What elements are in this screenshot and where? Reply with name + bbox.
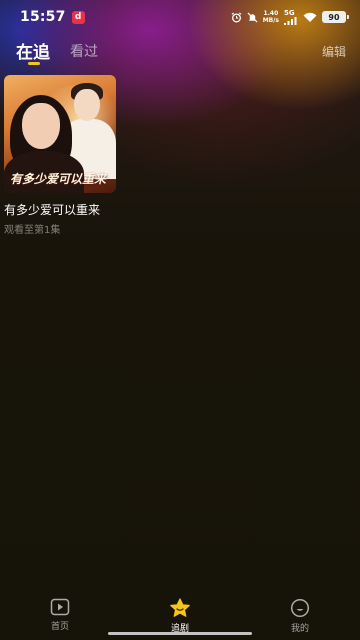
status-bar: 15:57 d 1.40 MB/s 5G 90 — [0, 0, 360, 34]
tab-watched[interactable]: 看过 — [70, 41, 98, 61]
app-notification-icon: d — [71, 10, 85, 24]
alarm-icon — [231, 11, 242, 22]
nav-profile[interactable]: 我的 — [260, 592, 340, 634]
poster-figure-man-head — [74, 89, 100, 121]
wifi-icon — [303, 12, 317, 22]
watch-progress: 观看至第1集 — [4, 225, 61, 236]
nav-profile-label: 我的 — [290, 624, 309, 634]
nav-home-label: 首页 — [50, 622, 69, 632]
drama-poster[interactable]: 有多少爱可以重来 — [4, 75, 116, 193]
battery-icon: 90 — [322, 11, 349, 23]
star-icon — [170, 598, 190, 617]
network-speed: 1.40 MB/s — [262, 10, 279, 24]
tabs-header: 在追 看过 编辑 — [16, 38, 346, 68]
drama-card[interactable]: 有多少爱可以重来 有多少爱可以重来 观看至第1集 — [4, 75, 116, 236]
status-time: 15:57 — [20, 9, 66, 25]
poster-figure-woman-face — [22, 103, 60, 149]
edit-button[interactable]: 编辑 — [322, 43, 346, 60]
drama-title[interactable]: 有多少爱可以重来 — [4, 201, 116, 218]
network-type: 5G — [284, 8, 295, 17]
nav-following[interactable]: 追剧 — [140, 592, 220, 634]
tab-active-indicator — [28, 62, 40, 65]
nav-home[interactable]: 首页 — [20, 592, 100, 632]
mute-icon — [247, 11, 258, 23]
tab-following[interactable]: 在追 — [16, 38, 50, 63]
signal-icon — [284, 16, 297, 25]
poster-title-art: 有多少爱可以重来 — [10, 172, 107, 186]
smile-icon — [290, 598, 310, 618]
home-indicator[interactable] — [108, 632, 252, 635]
play-icon — [50, 598, 70, 616]
